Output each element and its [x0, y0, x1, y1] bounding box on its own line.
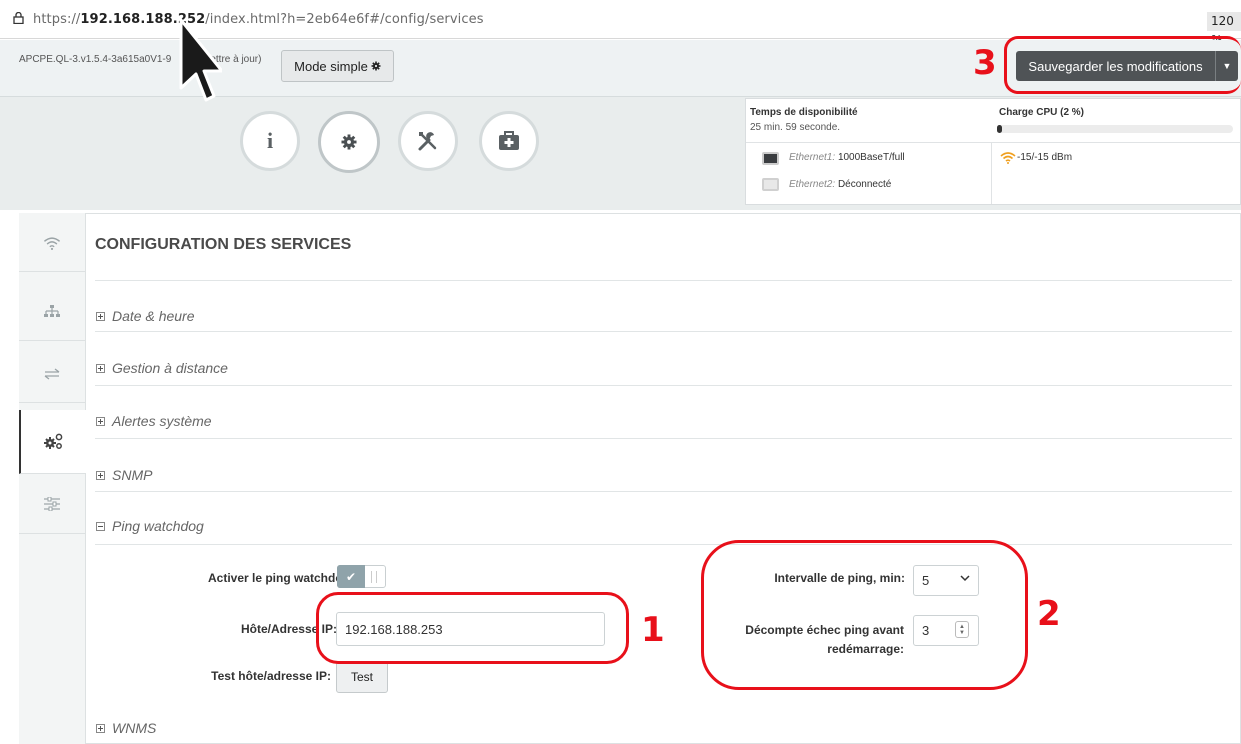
- section-label: WNMS: [112, 720, 157, 736]
- divider: [95, 385, 1232, 386]
- medkit-icon: [499, 131, 519, 150]
- uptime-label: Temps de disponibilité: [750, 107, 858, 118]
- mode-simple-label: Mode simple: [294, 58, 368, 74]
- sidebar-item-network[interactable]: [19, 284, 85, 341]
- annotation-number-3: 3: [973, 43, 997, 83]
- cpu-load-label: Charge CPU (2 %): [999, 107, 1085, 118]
- tools-nav-button[interactable]: [398, 111, 458, 171]
- wifi-icon: [43, 236, 61, 250]
- ethernet1-status: Ethernet1: 1000BaseT/full: [789, 152, 905, 163]
- main-panel: [19, 213, 1241, 744]
- toggle-grip: [371, 571, 377, 583]
- section-date-heure[interactable]: Date & heure: [96, 308, 195, 324]
- expand-icon: [96, 470, 105, 480]
- ethernet1-name: Ethernet1:: [789, 152, 836, 163]
- section-label: Alertes système: [112, 413, 212, 429]
- expand-icon: [96, 723, 105, 733]
- divider: [746, 142, 1240, 143]
- test-button[interactable]: Test: [336, 661, 388, 693]
- section-label: Ping watchdog: [112, 518, 204, 534]
- sidebar-item-services[interactable]: [19, 410, 86, 474]
- lock-icon: [13, 12, 24, 24]
- page-title: CONFIGURATION DES SERVICES: [95, 236, 352, 253]
- ethernet2-status: Ethernet2: Déconnecté: [789, 179, 891, 190]
- ethernet2-value: Déconnecté: [837, 179, 892, 190]
- signal-value: -15/-15 dBm: [1017, 152, 1073, 163]
- wifi-signal-icon: [1000, 152, 1016, 164]
- ethernet1-value: 1000BaseT/full: [837, 152, 905, 163]
- section-wnms[interactable]: WNMS: [96, 720, 156, 736]
- sidebar-item-wireless[interactable]: [19, 215, 85, 272]
- ethernet2-name: Ethernet2:: [789, 179, 836, 190]
- gear-icon: [371, 61, 381, 71]
- network-icon: [44, 305, 60, 317]
- annotation-number-2: 2: [1037, 594, 1061, 634]
- divider: [991, 143, 992, 204]
- info-icon: i: [266, 128, 274, 153]
- section-alertes-systeme[interactable]: Alertes système: [96, 413, 212, 429]
- cpu-load-fill: [997, 125, 1002, 133]
- section-snmp[interactable]: SNMP: [96, 467, 152, 483]
- diagnostics-nav-button[interactable]: [479, 111, 539, 171]
- zoom-level[interactable]: 120 %: [1207, 12, 1241, 47]
- uptime-value: 25 min. 59 seconde.: [750, 122, 841, 133]
- divider: [95, 331, 1232, 332]
- info-nav-button[interactable]: i: [240, 111, 300, 171]
- ethernet-port-icon: [762, 152, 779, 165]
- section-ping-watchdog[interactable]: Ping watchdog: [96, 518, 204, 534]
- sliders-icon: [44, 496, 60, 511]
- section-label: Gestion à distance: [112, 360, 228, 376]
- expand-icon: [96, 416, 105, 426]
- check-icon: ✔: [337, 565, 365, 588]
- mode-simple-button[interactable]: Mode simple: [281, 50, 394, 82]
- gear-icon: [341, 134, 357, 150]
- enable-ping-watchdog-label: Activer le ping watchdog:: [207, 571, 354, 585]
- host-ip-label: Hôte/Adresse IP:: [240, 622, 337, 636]
- settings-nav-button[interactable]: [318, 111, 380, 173]
- section-label: Date & heure: [112, 308, 195, 324]
- annotation-circle-3: [1004, 36, 1241, 94]
- divider: [95, 280, 1232, 281]
- section-gestion-distance[interactable]: Gestion à distance: [96, 360, 228, 376]
- mouse-cursor-icon: [179, 18, 222, 102]
- url-text[interactable]: https://192.168.188.252/index.html?h=2eb…: [33, 12, 484, 27]
- expand-icon: [96, 311, 105, 321]
- transfer-icon: [44, 368, 60, 380]
- sidebar-item-routing[interactable]: [19, 346, 85, 403]
- firmware-version: APCPE.QL-3.v1.5.4-3a615a0V1-9: [19, 54, 172, 65]
- sidebar-item-system[interactable]: [19, 474, 85, 534]
- test-host-label: Test hôte/adresse IP:: [211, 669, 331, 683]
- divider: [95, 438, 1232, 439]
- divider: [95, 491, 1232, 492]
- ethernet-port-icon: [762, 178, 779, 191]
- cogs-icon: [43, 433, 62, 449]
- expand-icon: [96, 363, 105, 373]
- annotation-circle-2: [701, 540, 1028, 690]
- collapse-icon: [96, 521, 105, 531]
- cpu-load-bar: [997, 125, 1233, 133]
- annotation-number-1: 1: [641, 610, 665, 650]
- annotation-circle-1: [316, 592, 629, 664]
- divider: [95, 544, 1232, 545]
- section-label: SNMP: [112, 467, 153, 483]
- tools-icon: [418, 132, 437, 151]
